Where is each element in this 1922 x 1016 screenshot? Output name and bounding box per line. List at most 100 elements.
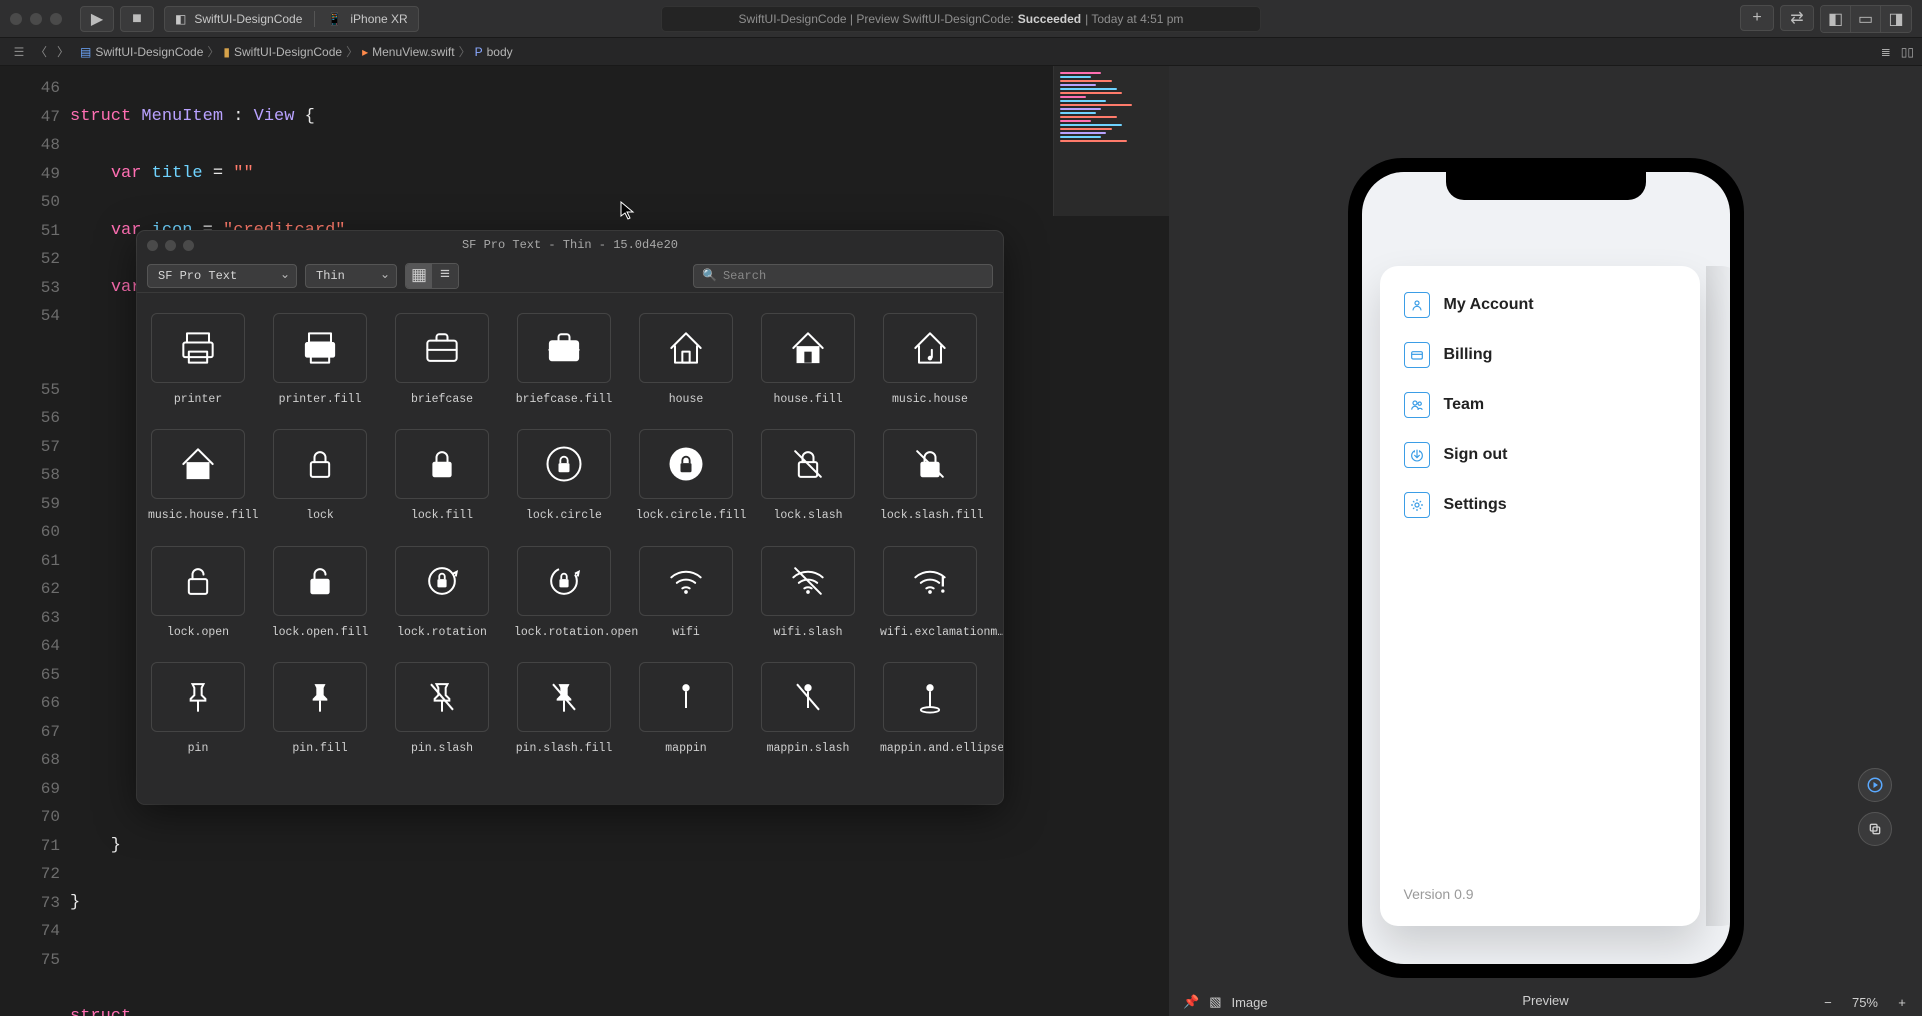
menu-item[interactable]: My Account bbox=[1404, 292, 1676, 318]
scheme-selector[interactable]: ◧ SwiftUI-DesignCode 📱 iPhone XR bbox=[164, 6, 419, 32]
sf-symbol-grid[interactable]: printer printer.fill briefcase briefcase.fi… bbox=[137, 293, 1003, 804]
sf-symbol-cell[interactable]: mappin bbox=[639, 662, 733, 756]
sf-font-select[interactable]: SF Pro Text bbox=[147, 264, 297, 288]
pin-icon[interactable]: 📌 bbox=[1183, 994, 1199, 1010]
sf-symbol-cell[interactable]: pin.slash.fill bbox=[517, 662, 611, 756]
sf-symbol-cell[interactable]: briefcase.fill bbox=[517, 313, 611, 407]
minimize-dot[interactable] bbox=[30, 13, 42, 25]
library-button[interactable]: ⇄ bbox=[1780, 5, 1814, 31]
sf-symbol-cell[interactable]: wifi.slash bbox=[761, 546, 855, 640]
sf-symbol-cell[interactable]: wifi.exclamationm… bbox=[883, 546, 977, 640]
sf-symbol-cell[interactable]: pin.slash bbox=[395, 662, 489, 756]
nav-forward[interactable]: 〉 bbox=[52, 43, 74, 60]
sf-symbol-label: wifi.slash bbox=[773, 626, 842, 640]
sf-search-field[interactable]: 🔍 Search bbox=[693, 264, 993, 288]
sf-symbol-cell[interactable]: lock.fill bbox=[395, 429, 489, 523]
live-preview-button[interactable] bbox=[1858, 768, 1892, 802]
stop-button[interactable]: ■ bbox=[120, 6, 154, 32]
crumb-project[interactable]: ▤ SwiftUI-DesignCode bbox=[80, 45, 203, 59]
sf-close-dot[interactable] bbox=[147, 240, 158, 251]
crumb-folder[interactable]: ▮ SwiftUI-DesignCode bbox=[223, 45, 342, 59]
menu-item[interactable]: Sign out bbox=[1404, 442, 1676, 468]
sf-symbol-cell[interactable]: lock.open.fill bbox=[273, 546, 367, 640]
sf-symbol-cell[interactable]: wifi bbox=[639, 546, 733, 640]
sf-symbols-panel: SF Pro Text - Thin - 15.0d4e20 SF Pro Te… bbox=[137, 231, 1003, 804]
split-editor-icon[interactable]: ▯▯ bbox=[1901, 45, 1914, 59]
sf-symbol-cell[interactable]: lock bbox=[273, 429, 367, 523]
zoom-dot[interactable] bbox=[50, 13, 62, 25]
sf-symbol-label: printer bbox=[174, 393, 222, 407]
sf-symbol-cell[interactable]: music.house bbox=[883, 313, 977, 407]
run-button[interactable]: ▶ bbox=[80, 6, 114, 32]
sf-symbol-cell[interactable]: mappin.and.ellipse bbox=[883, 662, 977, 756]
menu-item[interactable]: Settings bbox=[1404, 492, 1676, 518]
close-dot[interactable] bbox=[10, 13, 22, 25]
duplicate-preview-button[interactable] bbox=[1858, 812, 1892, 846]
menu-item-label: Team bbox=[1444, 396, 1485, 414]
menu-item[interactable]: Billing bbox=[1404, 342, 1676, 368]
preview-label: Preview bbox=[1522, 993, 1568, 1008]
wifi.exclamationm…-icon bbox=[883, 546, 977, 616]
sf-symbol-cell[interactable]: pin bbox=[151, 662, 245, 756]
sf-symbol-label: lock.slash.fill bbox=[880, 509, 980, 523]
sf-symbol-cell[interactable]: house.fill bbox=[761, 313, 855, 407]
minimap[interactable] bbox=[1053, 66, 1169, 216]
code-editor[interactable]: 46 47 48 49 50 51 52 53 54 55 56 57 58 5… bbox=[0, 66, 1169, 1016]
sf-symbol-cell[interactable]: lock.slash bbox=[761, 429, 855, 523]
sf-list-view[interactable]: ≡ bbox=[432, 264, 458, 288]
left-panel-toggle[interactable]: ◧ bbox=[1821, 6, 1851, 32]
image-icon: ▧ bbox=[1209, 994, 1221, 1010]
sf-symbol-cell[interactable]: house bbox=[639, 313, 733, 407]
sf-symbol-cell[interactable]: mappin.slash bbox=[761, 662, 855, 756]
music.house.fill-icon bbox=[151, 429, 245, 499]
project-icon: ▤ bbox=[80, 45, 91, 59]
wifi.slash-icon bbox=[761, 546, 855, 616]
pin.slash.fill-icon bbox=[517, 662, 611, 732]
related-items-icon[interactable]: ☰ bbox=[8, 45, 30, 59]
sf-symbol-cell[interactable]: lock.circle bbox=[517, 429, 611, 523]
menu-item[interactable]: Team bbox=[1404, 392, 1676, 418]
right-panel-toggle[interactable]: ◨ bbox=[1881, 6, 1911, 32]
sf-symbol-cell[interactable]: pin.fill bbox=[273, 662, 367, 756]
sf-symbol-label: music.house.fill bbox=[148, 509, 248, 523]
menu-item-label: Settings bbox=[1444, 496, 1507, 514]
sf-traffic-lights bbox=[147, 240, 194, 251]
crumb-symbol[interactable]: P body bbox=[475, 45, 513, 59]
crumb-file[interactable]: ▸ MenuView.swift bbox=[362, 45, 455, 59]
sf-minimize-dot[interactable] bbox=[165, 240, 176, 251]
zoom-out-button[interactable]: − bbox=[1818, 995, 1838, 1010]
sf-symbol-cell[interactable]: printer bbox=[151, 313, 245, 407]
sf-symbol-cell[interactable]: lock.rotation bbox=[395, 546, 489, 640]
lock.open.fill-icon bbox=[273, 546, 367, 616]
sf-symbol-label: lock.slash bbox=[773, 509, 842, 523]
sf-symbol-cell[interactable]: briefcase bbox=[395, 313, 489, 407]
nav-back[interactable]: 〈 bbox=[30, 43, 52, 60]
editor-options-icon[interactable]: ≣ bbox=[1881, 45, 1891, 59]
bottom-panel-toggle[interactable]: ▭ bbox=[1851, 6, 1881, 32]
sf-zoom-dot[interactable] bbox=[183, 240, 194, 251]
panel-toggles: ◧ ▭ ◨ bbox=[1820, 5, 1912, 33]
sf-symbol-cell[interactable]: lock.rotation.open bbox=[517, 546, 611, 640]
sf-symbol-label: wifi.exclamationm… bbox=[880, 626, 980, 640]
menu-item-icon bbox=[1404, 292, 1430, 318]
jump-bar: ☰ 〈 〉 ▤ SwiftUI-DesignCode 〉 ▮ SwiftUI-D… bbox=[0, 38, 1922, 66]
preview-pin-bar: 📌 ▧ Image bbox=[1183, 994, 1268, 1010]
printer.fill-icon bbox=[273, 313, 367, 383]
sf-grid-view[interactable]: ▦ bbox=[406, 264, 432, 288]
device-screen: My AccountBillingTeamSign outSettingsVer… bbox=[1362, 172, 1730, 964]
sf-symbol-cell[interactable]: printer.fill bbox=[273, 313, 367, 407]
sf-symbol-cell[interactable]: lock.open bbox=[151, 546, 245, 640]
sf-symbol-label: pin.slash.fill bbox=[516, 742, 613, 756]
sf-symbol-label: pin bbox=[188, 742, 209, 756]
device-frame: My AccountBillingTeamSign outSettingsVer… bbox=[1348, 158, 1744, 978]
sf-symbol-cell[interactable]: music.house.fill bbox=[151, 429, 245, 523]
menu-item-label: My Account bbox=[1444, 296, 1534, 314]
preview-controls bbox=[1858, 768, 1892, 846]
sf-symbol-label: lock.circle.fill bbox=[636, 509, 736, 523]
zoom-in-button[interactable]: + bbox=[1892, 995, 1912, 1010]
sf-symbol-cell[interactable]: lock.circle.fill bbox=[639, 429, 733, 523]
sf-weight-select[interactable]: Thin bbox=[305, 264, 397, 288]
add-button[interactable]: + bbox=[1740, 5, 1774, 31]
sf-symbol-cell[interactable]: lock.slash.fill bbox=[883, 429, 977, 523]
sf-symbol-label: pin.fill bbox=[292, 742, 347, 756]
